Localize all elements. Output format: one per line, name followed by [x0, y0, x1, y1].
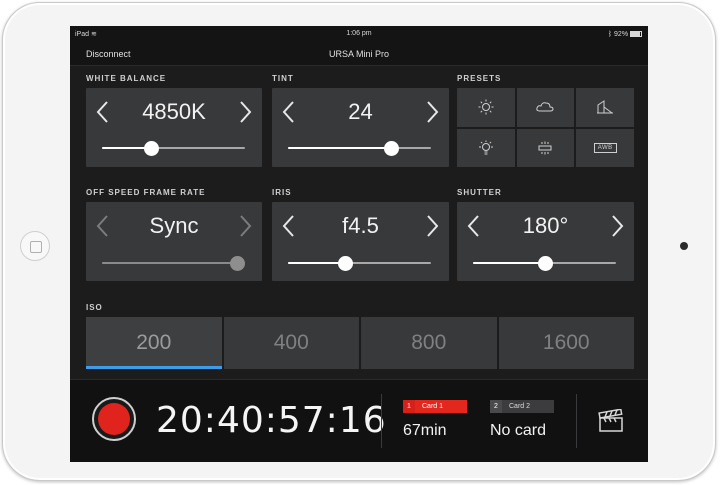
preset-auto-white-balance[interactable]: AWB	[576, 128, 634, 167]
frame-rate-panel: Sync	[86, 202, 262, 281]
iso-option-1600[interactable]: 1600	[498, 317, 634, 369]
bluetooth-icon: ᛒ	[607, 31, 613, 38]
white-balance-panel: 4850K	[86, 88, 262, 167]
iris-panel: f4.5	[272, 202, 449, 281]
divider	[381, 394, 382, 448]
card-2-name: Card 2	[502, 400, 554, 413]
preset-tungsten[interactable]	[457, 128, 515, 167]
status-bar: iPad ≋ 1:06 pm ᛒ 92%	[70, 26, 648, 42]
iso-option-800[interactable]: 800	[361, 317, 497, 369]
shutter-panel: 180°	[457, 202, 634, 281]
card-2-number: 2	[490, 400, 502, 413]
shade-icon	[597, 100, 614, 114]
iso-option-200[interactable]: 200	[86, 317, 222, 369]
card-1-status: 1 Card 1 67min	[403, 400, 467, 440]
divider	[576, 394, 577, 448]
iris-label: IRIS	[272, 188, 292, 197]
cloud-icon	[536, 102, 554, 112]
shutter-slider[interactable]	[473, 256, 616, 271]
card-2-remaining: No card	[490, 422, 547, 439]
bulb-icon	[478, 140, 493, 155]
card-2-status: 2 Card 2 No card	[490, 400, 554, 440]
card-1-tag: 1 Card 1	[403, 400, 467, 413]
tint-slider-knob[interactable]	[383, 141, 399, 156]
iris-slider-knob[interactable]	[338, 256, 354, 271]
preset-fluorescent[interactable]	[516, 128, 575, 167]
iris-slider[interactable]	[288, 256, 431, 271]
nav-bar: Disconnect URSA Mini Pro	[70, 42, 648, 66]
card-1-name: Card 1	[415, 400, 467, 413]
iso-label: ISO	[86, 303, 103, 312]
card-1-remaining: 67min	[403, 422, 447, 439]
home-button[interactable]	[20, 231, 50, 261]
clock: 1:06 pm	[346, 30, 372, 37]
app-screen: iPad ≋ 1:06 pm ᛒ 92% Disconnect URSA Min…	[70, 26, 648, 462]
card-1-number: 1	[403, 400, 415, 413]
white-balance-increase-chevron-right-icon[interactable]	[236, 98, 254, 126]
sun-icon	[478, 99, 494, 115]
tint-label: TINT	[272, 74, 294, 83]
shutter-increase-chevron-right-icon[interactable]	[608, 212, 626, 240]
iris-slider-fill	[288, 262, 346, 264]
tint-increase-chevron-right-icon[interactable]	[423, 98, 441, 126]
white-balance-slider[interactable]	[102, 141, 245, 156]
presets-label: PRESETS	[457, 74, 502, 83]
battery-indicator: ᛒ 92%	[608, 30, 642, 38]
iso-selector: 200 400 800 1600	[86, 317, 634, 369]
timecode: 20:40:57:16	[156, 400, 387, 441]
preset-daylight[interactable]	[457, 88, 515, 127]
tint-slider[interactable]	[288, 141, 431, 156]
record-button[interactable]	[92, 397, 136, 441]
white-balance-slider-knob[interactable]	[143, 141, 159, 156]
frame-rate-slider-fill	[102, 262, 237, 264]
tint-slider-fill	[288, 147, 391, 149]
iris-increase-chevron-right-icon[interactable]	[423, 212, 441, 240]
battery-icon	[630, 31, 642, 37]
shutter-label: SHUTTER	[457, 188, 502, 197]
frame-rate-slider[interactable]	[102, 256, 245, 271]
shutter-slider-knob[interactable]	[537, 256, 553, 271]
front-camera	[680, 242, 688, 250]
preset-shade[interactable]	[576, 88, 634, 127]
frame-rate-slider-knob[interactable]	[230, 256, 245, 271]
awb-icon: AWB	[593, 142, 617, 153]
tint-panel: 24	[272, 88, 449, 167]
preset-cloudy[interactable]	[516, 88, 575, 127]
record-bar: 20:40:57:16 1 Card 1 67min 2 Card 2 No c…	[70, 379, 648, 462]
iso-option-400[interactable]: 400	[223, 317, 359, 369]
white-balance-label: WHITE BALANCE	[86, 74, 167, 83]
frame-rate-increase-chevron-right-icon[interactable]	[236, 212, 254, 240]
frame-rate-label: OFF SPEED FRAME RATE	[86, 188, 206, 197]
shutter-slider-fill	[473, 262, 545, 264]
card-2-tag: 2 Card 2	[490, 400, 554, 413]
page-title: URSA Mini Pro	[328, 49, 390, 59]
clapperboard-icon[interactable]	[598, 409, 624, 433]
presets-grid: AWB	[457, 88, 634, 167]
fluorescent-icon	[538, 141, 552, 155]
